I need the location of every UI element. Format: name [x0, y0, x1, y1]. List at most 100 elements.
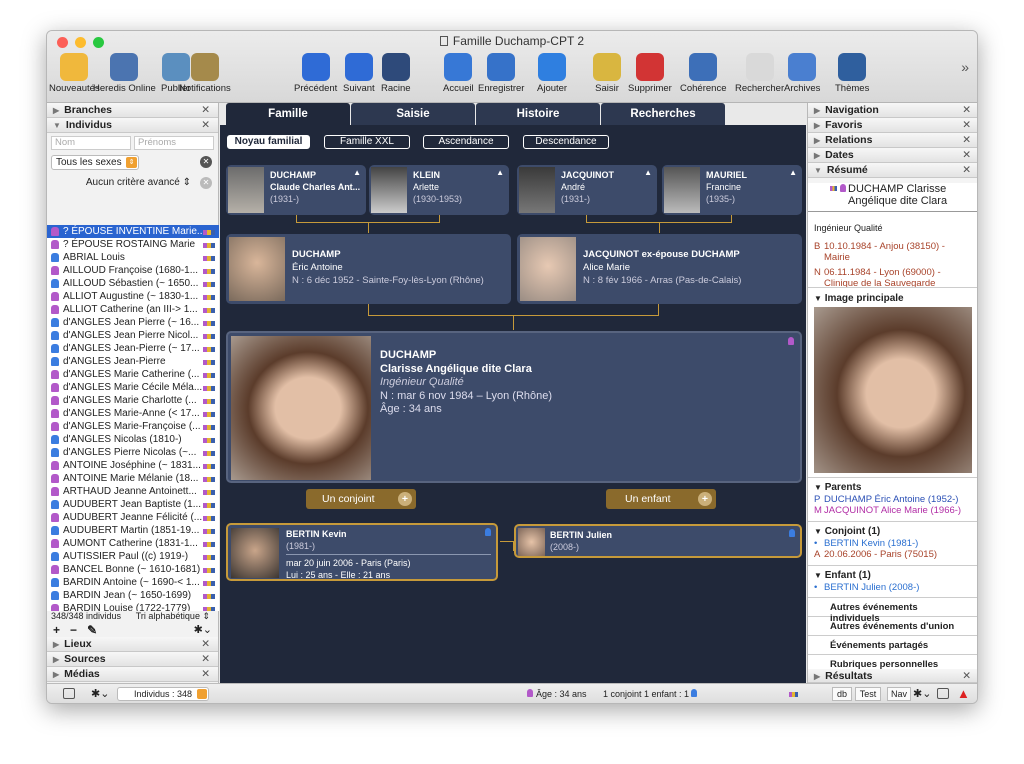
expand-up-icon[interactable]: ▲	[496, 168, 504, 177]
supprimer-button[interactable]: Supprimer	[628, 53, 672, 94]
section-relations[interactable]: ▶ Relations ✕	[808, 133, 977, 148]
ajouter-button[interactable]: Ajouter	[537, 53, 567, 94]
tab-famille[interactable]: Famille	[226, 103, 350, 125]
list-item[interactable]: BARDIN Louise (1722-1779)	[47, 602, 219, 611]
tab-recherches[interactable]: Recherches	[601, 103, 725, 125]
list-item[interactable]: ANTOINE Marie Mélanie (18...	[47, 472, 219, 485]
image-section-title[interactable]: ▼ Image principale	[808, 292, 910, 305]
list-item[interactable]: BARDIN Antoine (~ 1690-< 1...	[47, 576, 219, 589]
gear-menu-icon[interactable]: ✱⌄	[913, 687, 931, 700]
close-icon[interactable]: ✕	[201, 652, 210, 666]
firstname-search-input[interactable]: Prénoms	[134, 136, 214, 150]
tab-histoire[interactable]: Histoire	[476, 103, 600, 125]
remove-individual-button[interactable]: −	[70, 623, 77, 637]
parent-link[interactable]: P DUCHAMP Éric Antoine (1952-)	[808, 494, 977, 505]
list-item[interactable]: ALLIOT Augustine (~ 1830-1...	[47, 290, 219, 303]
gear-menu-icon[interactable]: ✱⌄	[194, 623, 212, 636]
clear-filter-icon[interactable]: ✕	[200, 156, 212, 168]
summary-link[interactable]: Autres événements individuels	[808, 597, 977, 624]
edit-pencil-icon[interactable]: ✎	[87, 623, 97, 637]
close-icon[interactable]: ✕	[201, 118, 210, 132]
archives-button[interactable]: Archives	[784, 53, 820, 94]
close-icon[interactable]: ✕	[962, 118, 971, 132]
notifications-button[interactable]: Notifications	[179, 53, 231, 94]
section-rsum[interactable]: ▼ Résumé ✕	[808, 163, 977, 178]
section-sources[interactable]: ▶ Sources ✕	[47, 652, 218, 667]
grandparent-card[interactable]: MAURIEL Francine (1935-) ▲	[662, 165, 802, 215]
list-item[interactable]: BARDIN Jean (~ 1650-1699)	[47, 589, 219, 602]
enregistrer-button[interactable]: Enregistrer	[478, 53, 524, 94]
list-item[interactable]: d'ANGLES Jean Pierre Nicol...	[47, 329, 219, 342]
section-branches[interactable]: ▶ Branches ✕	[47, 103, 218, 118]
list-item[interactable]: AILLOUD Sébastien (~ 1650...	[47, 277, 219, 290]
test-button[interactable]: Test	[855, 687, 881, 701]
individuals-counter-select[interactable]: Individus : 348	[117, 687, 209, 701]
panel-toggle-icon[interactable]	[937, 688, 949, 699]
sidebar-toggle-icon[interactable]	[63, 688, 75, 699]
list-item[interactable]: BANCEL Bonne (~ 1610-1681)	[47, 563, 219, 576]
parent-link[interactable]: M JACQUINOT Alice Marie (1966-)	[808, 505, 977, 516]
view-noyau-familial[interactable]: Noyau familial	[227, 135, 310, 149]
spouse-link[interactable]: A 20.06.2006 - Paris (75015)	[808, 549, 977, 560]
list-item[interactable]: AUDUBERT Jean Baptiste (1...	[47, 498, 219, 511]
list-item[interactable]: d'ANGLES Nicolas (1810-)	[47, 433, 219, 446]
list-item[interactable]: d'ANGLES Marie-Anne (< 17...	[47, 407, 219, 420]
accueil-button[interactable]: Accueil	[443, 53, 474, 94]
summary-link[interactable]: Événements partagés	[808, 635, 977, 654]
advanced-criteria-select[interactable]: Aucun critère avancé ⇕	[51, 177, 211, 188]
list-item[interactable]: d'ANGLES Jean-Pierre (~ 17...	[47, 342, 219, 355]
father-card[interactable]: DUCHAMP Éric Antoine N : 6 déc 1952 - Sain…	[226, 234, 511, 304]
view-ascendance[interactable]: Ascendance	[423, 135, 509, 149]
list-item[interactable]: ANTOINE Joséphine (~ 1831...	[47, 459, 219, 472]
section-resultats[interactable]: ▶ Résultats ✕	[808, 669, 977, 683]
saisir-button[interactable]: Saisir	[593, 53, 621, 94]
name-search-input[interactable]: Nom	[51, 136, 131, 150]
add-spouse-button[interactable]: Un conjoint +	[306, 489, 416, 509]
suivant-button[interactable]: Suivant	[343, 53, 375, 94]
warning-icon[interactable]: ▲	[957, 686, 970, 701]
section-lieux[interactable]: ▶ Lieux ✕	[47, 637, 218, 652]
close-icon[interactable]: ✕	[962, 103, 971, 117]
list-item[interactable]: AUDUBERT Jeanne Félicité (...	[47, 511, 219, 524]
db-button[interactable]: db	[832, 687, 852, 701]
close-icon[interactable]: ✕	[201, 103, 210, 117]
thèmes-button[interactable]: Thèmes	[835, 53, 869, 94]
grandparent-card[interactable]: JACQUINOT André (1931-) ▲	[517, 165, 657, 215]
summary-event[interactable]: B 10.10.1984 - Anjou (38150) - Mairie	[808, 241, 977, 263]
list-item[interactable]: d'ANGLES Marie Catherine (...	[47, 368, 219, 381]
close-icon[interactable]: ✕	[962, 133, 971, 147]
expand-up-icon[interactable]: ▲	[353, 168, 361, 177]
tab-saisie[interactable]: Saisie	[351, 103, 475, 125]
view-famille-xxl[interactable]: Famille XXL	[324, 135, 410, 149]
list-item[interactable]: ABRIAL Louis	[47, 251, 219, 264]
nav-button[interactable]: Nav	[887, 687, 911, 701]
close-icon[interactable]: ✕	[962, 669, 971, 683]
section-navigation[interactable]: ▶ Navigation ✕	[808, 103, 977, 118]
close-icon[interactable]: ✕	[201, 667, 210, 681]
list-item[interactable]: AUTISSIER Paul ((c) 1919-)	[47, 550, 219, 563]
clear-criteria-icon[interactable]: ✕	[200, 177, 212, 189]
spouse-section-title[interactable]: ▼ Conjoint (1)	[808, 525, 886, 538]
child-card[interactable]: BERTIN Julien (2008-)	[514, 524, 802, 558]
summary-event[interactable]: N 06.11.1984 - Lyon (69000) - Clinique de…	[808, 267, 977, 289]
close-icon[interactable]: ✕	[201, 637, 210, 651]
racine-button[interactable]: Racine	[381, 53, 411, 94]
add-individual-button[interactable]: +	[53, 623, 60, 637]
toolbar-overflow-button[interactable]: »	[961, 59, 969, 75]
spouse-card[interactable]: BERTIN Kevin (1981-) mar 20 juin 2006 - Pa…	[226, 523, 498, 581]
section-favoris[interactable]: ▶ Favoris ✕	[808, 118, 977, 133]
list-item[interactable]: ? ÉPOUSE ROSTAING Marie	[47, 238, 219, 251]
sort-select[interactable]: Tri alphabétique ⇕	[136, 611, 210, 622]
sex-filter-select[interactable]: Tous les sexes ⇕	[51, 155, 139, 170]
view-descendance[interactable]: Descendance	[523, 135, 609, 149]
individuals-list[interactable]: ? ÉPOUSE INVENTINE Marie... ? ÉPOUSE ROST…	[47, 225, 219, 611]
expand-up-icon[interactable]: ▲	[789, 168, 797, 177]
parents-section-title[interactable]: ▼ Parents	[808, 481, 867, 494]
précédent-button[interactable]: Précédent	[294, 53, 337, 94]
spouse-link[interactable]: • BERTIN Kevin (1981-)	[808, 538, 977, 549]
heredis-online-button[interactable]: Heredis Online	[93, 53, 156, 94]
list-item[interactable]: d'ANGLES Jean-Pierre	[47, 355, 219, 368]
section-medias[interactable]: ▶ Médias ✕	[47, 667, 218, 682]
grandparent-card[interactable]: KLEIN Arlette (1930-1953) ▲	[369, 165, 509, 215]
list-item[interactable]: AUMONT Catherine (1831-1...	[47, 537, 219, 550]
